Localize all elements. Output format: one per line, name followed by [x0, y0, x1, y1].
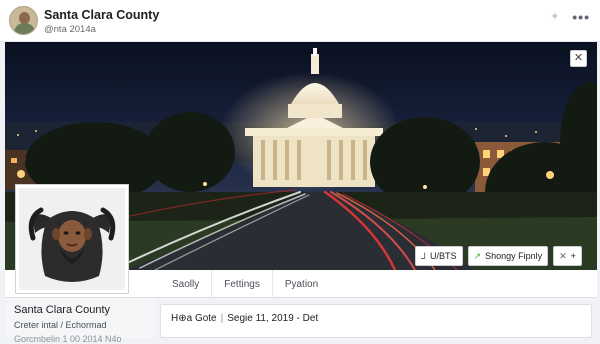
- close-icon[interactable]: ✕: [570, 50, 587, 67]
- tab-saolly[interactable]: Saolly: [160, 270, 213, 298]
- post-date[interactable]: Segie 11, 2019 - Det: [227, 313, 318, 324]
- pin-icon[interactable]: ✦: [550, 11, 562, 23]
- info-page-name[interactable]: Santa Clara County: [14, 304, 110, 316]
- header-actions: ✦ •••: [550, 10, 590, 24]
- post-title[interactable]: H⊕a Gote: [171, 313, 217, 324]
- more-actions-button[interactable]: ✕ +: [553, 246, 582, 266]
- share-icon: ↗: [473, 250, 482, 261]
- page-header: Santa Clara County @nta 2014a ✦ •••: [0, 0, 600, 42]
- cover-actions: ⅃ U/BTS ↗ Shongy Fipnly ✕ +: [415, 246, 582, 266]
- page-handle: @nta 2014a: [44, 24, 96, 35]
- info-page-detail: Gorcmbelin 1 00 2014 N4o: [14, 334, 122, 344]
- post-separator: |: [220, 313, 224, 324]
- page-name[interactable]: Santa Clara County: [44, 8, 159, 22]
- profile-picture[interactable]: [16, 185, 128, 293]
- post-meta: H⊕a Gote | Segie 11, 2019 - Det: [171, 313, 318, 324]
- add-icon: +: [570, 251, 576, 261]
- tab-pyation[interactable]: Pyation: [273, 270, 330, 298]
- close-icon: ✕: [559, 250, 567, 261]
- page-avatar[interactable]: [9, 6, 38, 35]
- follow-button-label: U/BTS: [430, 251, 457, 261]
- share-button[interactable]: ↗ Shongy Fipnly: [467, 246, 549, 266]
- flag-icon: ⅃: [421, 250, 427, 261]
- share-button-label: Shongy Fipnly: [485, 251, 543, 261]
- horned-figure-icon: [19, 188, 125, 290]
- page-info-panel: Santa Clara County Creter intal / Echorm…: [6, 298, 156, 344]
- tab-fettings[interactable]: Fettings: [212, 270, 273, 298]
- follow-button[interactable]: ⅃ U/BTS: [415, 246, 463, 266]
- info-page-category: Creter intal / Echormad: [14, 320, 107, 330]
- more-icon[interactable]: •••: [572, 10, 590, 24]
- post-card: H⊕a Gote | Segie 11, 2019 - Det: [160, 304, 592, 338]
- tab-list: Saolly Fettings Pyation: [160, 270, 330, 298]
